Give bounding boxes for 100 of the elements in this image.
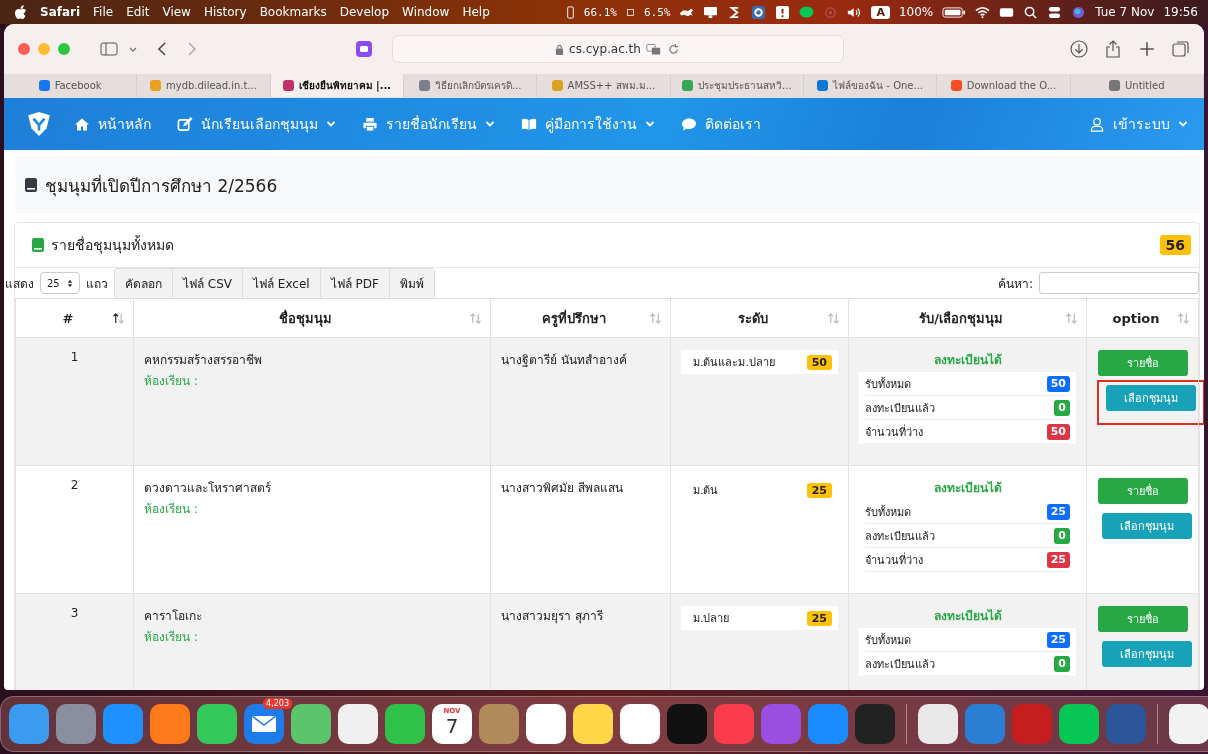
menu-item[interactable]: Window	[402, 5, 450, 19]
caret-icon	[1178, 120, 1188, 128]
column-header[interactable]: ระดับ	[670, 298, 849, 338]
nav-link[interactable]: นักเรียนเลือกชุมนุม	[177, 113, 336, 135]
alert-icon[interactable]	[775, 5, 791, 19]
page-size-select[interactable]: 25	[40, 272, 80, 294]
browser-tab[interactable]: ไฟล์ของฉัน - One...	[803, 74, 938, 97]
browser-tab[interactable]: Untitled	[1070, 74, 1204, 97]
stat-label: จำนวนที่ว่าง	[865, 551, 923, 569]
battery-icon[interactable]	[942, 5, 967, 19]
search-label: ค้นหา:	[997, 275, 1033, 293]
school-logo-icon[interactable]	[26, 111, 52, 137]
speaker-icon[interactable]	[847, 5, 863, 19]
back-icon[interactable]	[156, 41, 168, 57]
user-icon	[1089, 116, 1105, 132]
browser-tab[interactable]: mydb.dilead.in.t...	[137, 74, 271, 97]
card-title: รายชื่อชุมนุมทั้งหมด	[51, 234, 174, 256]
menu-item[interactable]: Develop	[339, 5, 390, 19]
book-icon	[31, 237, 45, 253]
up-down-arrows-icon	[67, 278, 73, 288]
show-label: แสดง	[5, 275, 34, 293]
classroom-label: ห้องเรียน :	[144, 373, 199, 390]
teacher-name: นางสาวมยุรา สุภารี	[501, 609, 603, 623]
edit-icon	[177, 116, 193, 132]
registration-status: ลงทะเบียนได้	[932, 480, 1003, 497]
rows-label: แถว	[86, 275, 108, 293]
column-header[interactable]: ครูที่ปรึกษา	[490, 298, 671, 338]
browser-tab[interactable]: เชียงยืนพิทยาคม |...	[270, 74, 404, 97]
stat-badge: 0	[1054, 399, 1070, 416]
display-icon[interactable]	[703, 5, 719, 19]
browser-tab[interactable]: วิธียกเลิกบัตรเครดิ...	[404, 74, 538, 97]
cpu-reading: 66.1%	[583, 5, 617, 19]
plus-icon[interactable]	[1138, 40, 1156, 58]
share-icon[interactable]	[1104, 40, 1122, 58]
stat-label: รับทั้งหมด	[865, 632, 911, 649]
notification-badge: 4,203	[263, 698, 292, 709]
wifi-icon[interactable]	[975, 5, 991, 19]
input-source-indicator[interactable]: A	[871, 5, 890, 19]
browser-tab[interactable]: AMSS++ สพม.ม...	[537, 74, 671, 97]
capacity-badge: 25	[806, 610, 832, 626]
stat-label: รับทั้งหมด	[865, 376, 911, 393]
stat-badge: 25	[1046, 503, 1070, 520]
stat-badge: 0	[1054, 655, 1070, 672]
lock-icon	[555, 43, 565, 55]
address-bar[interactable]: cs.cyp.ac.th	[392, 35, 844, 63]
stat-label: ลงทะเบียนแล้ว	[865, 528, 935, 545]
row-number: 2	[70, 478, 79, 492]
browser-tab[interactable]: Download the O...	[937, 74, 1071, 97]
browser-tab[interactable]: Facebook	[4, 74, 138, 97]
count-badge: 56	[1159, 235, 1191, 255]
classroom-label: ห้องเรียน :	[144, 501, 199, 518]
menu-item[interactable]: View	[162, 5, 191, 19]
menu-item[interactable]: Edit	[126, 5, 150, 19]
close-button[interactable]	[18, 43, 30, 55]
capacity-badge: 50	[806, 354, 832, 370]
memory-reading: 6.5%	[643, 5, 671, 19]
cpu-icon[interactable]	[565, 5, 575, 19]
stat-badge: 50	[1046, 423, 1070, 440]
url-text: cs.cyp.ac.th	[569, 42, 641, 56]
menu-item[interactable]: File	[93, 5, 114, 19]
apple-icon[interactable]	[14, 4, 27, 20]
menu-item[interactable]: History	[203, 5, 247, 19]
search-field[interactable]	[1039, 272, 1199, 294]
club-name: คาราโอเกะ	[144, 608, 203, 625]
siri-icon[interactable]	[1071, 5, 1087, 19]
column-header[interactable]: #	[15, 298, 134, 338]
column-header[interactable]: ชื่อชุมนุม	[133, 298, 491, 338]
gear-icon[interactable]	[751, 5, 767, 19]
control-center-icon[interactable]	[1047, 5, 1063, 19]
battery-percentage: 100%	[898, 5, 934, 19]
sidebar-icon[interactable]	[100, 41, 118, 57]
stat-label: ลงทะเบียนแล้ว	[865, 656, 935, 673]
stat-label: ลงทะเบียนแล้ว	[865, 400, 935, 417]
browser-tab[interactable]: ประชุมประธานสหวิ...	[670, 74, 804, 97]
row-number: 3	[70, 606, 79, 620]
grade-level: ม.ต้น	[693, 483, 719, 499]
extension-icon[interactable]	[356, 41, 372, 57]
stat-label: จำนวนที่ว่าง	[865, 423, 923, 441]
book-icon	[24, 177, 38, 193]
open-book-icon	[521, 116, 537, 132]
stat-badge: 25	[1046, 551, 1070, 568]
menu-item[interactable]: Help	[462, 5, 490, 19]
translate-icon[interactable]	[645, 42, 661, 56]
download-icon[interactable]	[1070, 40, 1088, 58]
menu-bar-date: Tue 7 Nov	[1095, 5, 1155, 19]
export-button[interactable]: คัดลอก	[115, 268, 173, 298]
capacity-badge: 25	[806, 482, 832, 498]
column-header[interactable]: option	[1086, 298, 1199, 338]
nav-link[interactable]: หน้าหลัก	[74, 113, 151, 135]
registration-status: ลงทะเบียนได้	[932, 352, 1003, 369]
grade-level: ม.ต้นและม.ปลาย	[693, 355, 775, 371]
tab-overview-icon[interactable]	[1172, 40, 1190, 58]
menu-item[interactable]: Safari	[40, 5, 81, 19]
search-icon[interactable]	[1023, 5, 1039, 19]
menu-item[interactable]: Bookmarks	[259, 5, 327, 19]
printer-icon	[362, 116, 378, 132]
row-number: 1	[70, 350, 79, 364]
grade-level: ม.ปลาย	[693, 611, 730, 627]
column-header[interactable]: รับ/เลือกชุมนุม	[848, 298, 1087, 338]
stat-badge: 25	[1046, 631, 1070, 648]
